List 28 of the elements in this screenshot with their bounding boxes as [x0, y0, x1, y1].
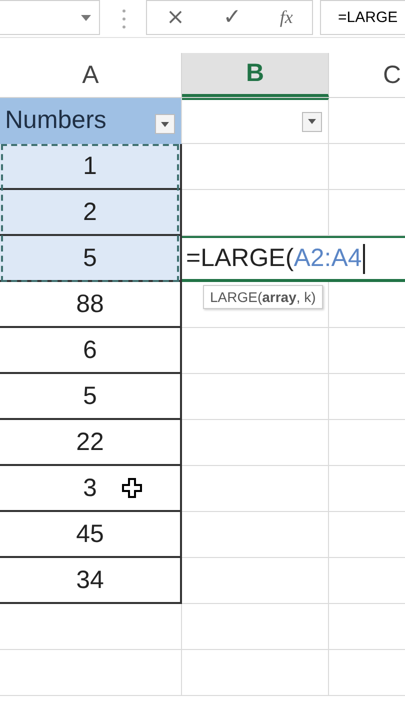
- table-cell: 45: [0, 512, 182, 558]
- column-header[interactable]: C: [329, 53, 405, 97]
- enter-button[interactable]: ✓: [219, 5, 246, 30]
- text-caret: [362, 244, 365, 274]
- table-cell: 3: [0, 466, 182, 512]
- dropdown-arrow-icon: [308, 119, 316, 124]
- table-cell: 88: [0, 282, 182, 328]
- grip-icon: [122, 8, 126, 30]
- table-cell: 1: [0, 144, 182, 190]
- function-tooltip: LARGE(array, k): [203, 285, 323, 309]
- column-header[interactable]: B: [182, 53, 329, 97]
- insert-function-button[interactable]: fx: [276, 7, 297, 28]
- filter-button[interactable]: [302, 112, 322, 132]
- table-cell: 22: [0, 420, 182, 466]
- table-cell: 34: [0, 558, 182, 604]
- header-text: Numbers: [5, 106, 106, 135]
- editing-cell[interactable]: =LARGE(A2:A4: [182, 236, 405, 282]
- formula-field[interactable]: =LARGE: [320, 0, 405, 35]
- table-cell: 6: [0, 328, 182, 374]
- cross-cursor-icon: [122, 478, 142, 498]
- table-cell: 5: [0, 236, 182, 282]
- cancel-button[interactable]: ×: [162, 5, 189, 30]
- table-cell: 5: [0, 374, 182, 420]
- filter-button[interactable]: [155, 114, 175, 134]
- formula-text: =LARGE(A2:A4: [186, 244, 362, 273]
- table-cell: 2: [0, 190, 182, 236]
- dropdown-arrow-icon: [161, 122, 169, 126]
- dropdown-arrow-icon: [81, 14, 91, 20]
